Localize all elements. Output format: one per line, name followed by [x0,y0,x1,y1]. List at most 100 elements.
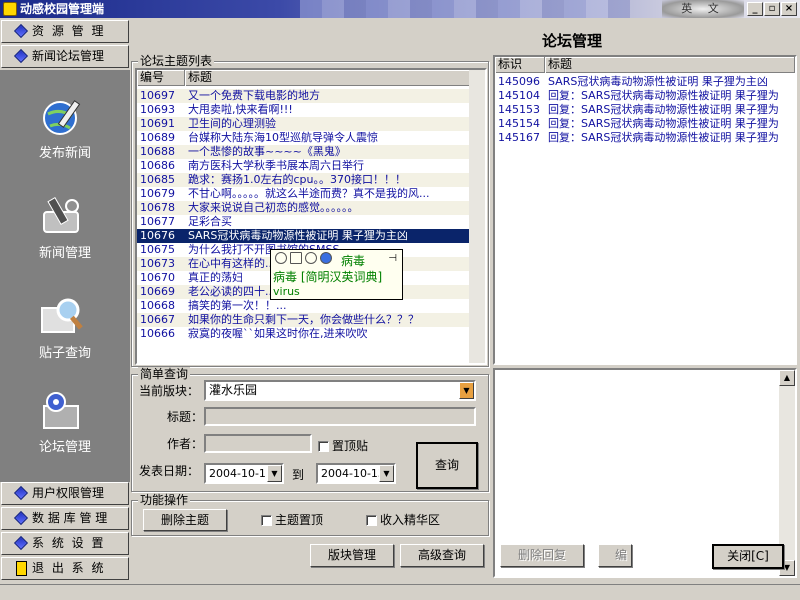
diamond-icon [13,535,29,551]
chevron-down-icon[interactable]: ▼ [459,382,474,399]
topic-id: 10670 [140,271,175,284]
date-from-value: 2004-10-11 [209,467,273,480]
topic-row[interactable]: 10676 SARS冠状病毒动物源性被证明 果子狸为主凶 [137,229,473,243]
topic-row[interactable]: 10685 跪求：赛扬1.0左右的cpu。。370接口！！！ [137,173,473,187]
scroll-up-arrow[interactable]: ▲ [779,370,795,386]
topic-row[interactable]: 10693 大甩卖啦,快来看啊!!! [137,103,473,117]
topic-title: 一个悲惨的故事~~~~《黑鬼》 [188,145,346,158]
group-title: 论坛主题列表 [138,54,215,68]
tile-news-management[interactable]: 新闻管理 [0,194,130,284]
reply-row[interactable]: 145096 SARS冠状病毒动物源性被证明 果子狸为主凶 [495,75,795,89]
add-featured-checkbox[interactable] [366,515,377,526]
date-to-picker[interactable]: 2004-10-13 ▼ [316,463,396,484]
topic-title: 大家来说说自己初恋的感觉。。。。。。 [188,201,359,214]
edit-button[interactable]: 编辑 [598,544,632,567]
group-title: 功能操作 [138,493,191,507]
board-manage-button[interactable]: 版块管理 [310,544,394,567]
column-header-ident[interactable]: 标识 [495,57,545,73]
topic-row[interactable]: 10668 搞笑的第一次！！... [137,299,473,313]
topic-row[interactable]: 10697 又一个免费下载电影的地方 [137,89,473,103]
pin-icon[interactable]: ⊣ [388,253,397,264]
nav-label: 新闻论坛管理 [32,49,105,63]
topic-row[interactable]: 10667 如果你的生命只剩下一天，你会做些什么？？？ [137,313,473,327]
nav-system-settings[interactable]: 系 统 设 置 [1,532,129,555]
topic-list-header: 编号 标题 [137,70,473,86]
tile-forum-management[interactable]: 论坛管理 [0,388,130,478]
popup-word: 病毒 [341,254,366,268]
topic-row[interactable]: 10688 一个悲惨的故事~~~~《黑鬼》 [137,145,473,159]
title-field[interactable] [204,407,476,426]
topic-id: 10676 [140,229,175,242]
close-button[interactable]: 关闭[C] [712,544,784,569]
reply-row[interactable]: 145153 回复：SARS冠状病毒动物源性被证明 果子狸为 [495,103,795,117]
nav-user-permissions[interactable]: 用户权限管理 [1,482,129,505]
topic-row[interactable]: 10686 南方医科大学秋季书展本周六日举行 [137,159,473,173]
diamond-icon [13,23,29,39]
board-value: 灌水乐园 [209,383,258,397]
nav-exit-system[interactable]: 退 出 系 统 [1,557,129,580]
author-field[interactable] [204,434,312,453]
chevron-down-icon[interactable]: ▼ [379,465,394,482]
reply-id: 145167 [498,131,540,144]
group-title: 简单查询 [138,367,191,381]
pin-topic-label: 主题置顶 [275,513,324,527]
reply-row[interactable]: 145154 回复：SARS冠状病毒动物源性被证明 果子狸为 [495,117,795,131]
search-icon[interactable] [275,252,287,264]
delete-reply-button[interactable]: 删除回复 [500,544,584,567]
tile-publish-news[interactable]: 发布新闻 [0,94,130,184]
topic-id: 10685 [140,173,175,186]
delete-topic-button[interactable]: 删除主题 [143,509,227,531]
pinned-checkbox[interactable] [318,441,329,452]
topic-id: 10669 [140,285,175,298]
reply-list[interactable]: 标识 标题 145096 SARS冠状病毒动物源性被证明 果子狸为主凶 145104… [493,55,797,365]
topic-row[interactable]: 10678 大家来说说自己初恋的感觉。。。。。。 [137,201,473,215]
close-window-button[interactable]: × [781,2,797,16]
topic-row[interactable]: 10691 卫生间的心理测验 [137,117,473,131]
topic-title: 搞笑的第一次！！... [188,299,287,312]
topic-id: 10668 [140,299,175,312]
topic-row[interactable]: 10666 寂寞的夜喔``如果这时你在,进来吹吹 [137,327,473,341]
tile-label: 论坛管理 [38,440,91,455]
topic-title: 寂寞的夜喔``如果这时你在,进来吹吹 [188,327,368,340]
topic-row[interactable]: 10679 不甘心啊。。。。。就这么半途而费？真不是我的风... [137,187,473,201]
nav-database-management[interactable]: 数 据 库 管 理 [1,507,129,530]
chevron-down-icon[interactable]: ▼ [267,465,282,482]
topic-title: 足彩合买 [188,215,232,228]
board-select[interactable]: 灌水乐园 ▼ [204,380,476,401]
reply-title: 回复：SARS冠状病毒动物源性被证明 果子狸为 [548,131,779,144]
topic-id: 10666 [140,327,175,340]
topic-row[interactable]: 10689 台媒称大陆东海10型巡航导弹令人震惊 [137,131,473,145]
column-header-id[interactable]: 编号 [137,70,185,86]
reply-row[interactable]: 145167 回复：SARS冠状病毒动物源性被证明 果子狸为 [495,131,795,145]
diamond-icon [13,485,29,501]
speaker-icon[interactable] [305,252,317,264]
topic-row[interactable]: 10677 足彩合买 [137,215,473,229]
pin-topic-checkbox[interactable] [261,515,272,526]
popup-source: 病毒 [简明汉英词典] [273,270,383,284]
advanced-query-button[interactable]: 高级查询 [400,544,484,567]
nav-label: 退 出 系 统 [32,561,106,575]
topic-list-scrollbar[interactable] [469,70,485,363]
restore-button[interactable]: ▫ [764,2,780,16]
topic-id: 10673 [140,257,175,270]
topic-title: 跪求：赛扬1.0左右的cpu。。370接口！！！ [188,173,406,186]
query-button[interactable]: 查询 [416,442,478,489]
column-header-title[interactable]: 标题 [185,70,473,86]
copy-icon[interactable] [290,252,302,264]
nav-news-forum-management[interactable]: 新闻论坛管理 [1,45,129,68]
topic-id: 10689 [140,131,175,144]
topic-id: 10691 [140,117,175,130]
topic-list[interactable]: 编号 标题 10697 又一个免费下载电影的地方 10693 大甩卖啦,快来看啊!!!… [135,68,487,365]
globe-icon[interactable] [320,252,332,264]
column-header-title[interactable]: 标题 [545,57,795,73]
input-method-badge[interactable]: 英 文 [662,0,744,18]
topic-id: 10688 [140,145,175,158]
tile-post-search[interactable]: 贴子查询 [0,294,130,384]
nav-label: 数 据 库 管 理 [32,511,108,525]
date-from-picker[interactable]: 2004-10-11 ▼ [204,463,284,484]
nav-resource-management[interactable]: 资 源 管 理 [1,20,129,43]
title-bar: 动感校园管理端 英 文 _ ▫ × [0,0,800,18]
reply-row[interactable]: 145104 回复：SARS冠状病毒动物源性被证明 果子狸为 [495,89,795,103]
minimize-button[interactable]: _ [747,2,763,16]
topic-id: 10677 [140,215,175,228]
